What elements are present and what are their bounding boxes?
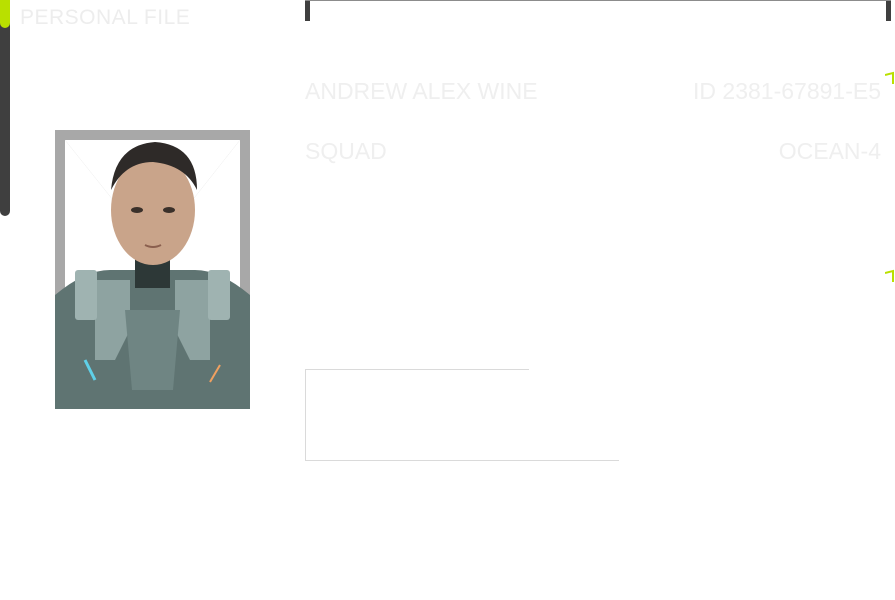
header-bracket-right (886, 1, 891, 21)
personal-file-page: PERSONAL FILE ANDREW ALEX WINE ID 2381-6… (0, 0, 895, 600)
soldier-portrait (55, 130, 250, 409)
left-rail (0, 0, 10, 216)
header-bracket-left (305, 1, 310, 21)
portrait-image-icon (55, 130, 250, 409)
edge-tick-icon (885, 269, 894, 282)
notes-box-top-line (306, 369, 529, 370)
squad-label: SQUAD (305, 138, 387, 164)
soldier-id: ID 2381-67891-E5 (693, 78, 881, 104)
edge-tick-icon (885, 71, 894, 84)
page-title: PERSONAL FILE (20, 6, 191, 29)
rail-accent (0, 0, 10, 28)
header-frame (305, 0, 891, 21)
squad-value: OCEAN-4 (778, 138, 881, 164)
soldier-name: ANDREW ALEX WINE (305, 78, 538, 104)
notes-box (305, 369, 619, 461)
